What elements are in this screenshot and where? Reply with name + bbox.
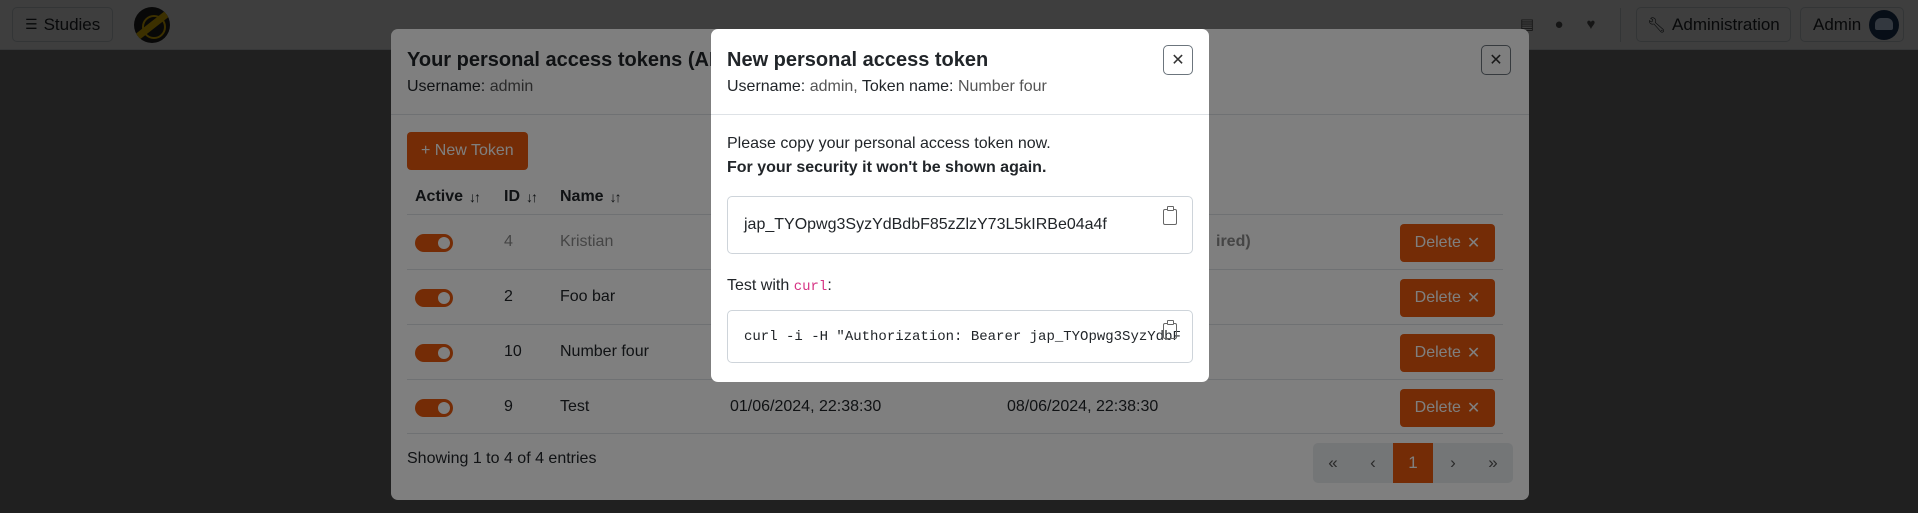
close-icon: ✕ (1171, 52, 1185, 69)
username-label: Username: (727, 78, 806, 95)
token-value: jap_TYOpwg3SyzYdBdbF85zZlzY73L5kIRBe04a4… (744, 216, 1107, 233)
username-value: admin, (809, 78, 858, 95)
new-token-modal-subtitle: Username: admin, Token name: Number four (727, 78, 1193, 96)
new-token-modal-close-button[interactable]: ✕ (1163, 45, 1193, 75)
test-with-curl-label: Test with curl: (727, 277, 832, 295)
token-field[interactable]: jap_TYOpwg3SyzYdBdbF85zZlzY73L5kIRBe04a4… (727, 196, 1193, 254)
test-suffix: : (827, 277, 832, 294)
new-token-modal-title: New personal access token (727, 49, 989, 71)
test-prefix: Test with (727, 277, 790, 294)
curl-command: curl -i -H "Authorization: Bearer jap_TY… (744, 328, 1181, 345)
new-token-modal-body: Please copy your personal access token n… (727, 132, 1193, 363)
token-name-value: Number four (957, 78, 1047, 95)
token-name-label: Token name: (861, 78, 954, 95)
curl-code: curl (793, 279, 828, 295)
new-token-modal-header: New personal access token Username: admi… (711, 29, 1209, 115)
new-token-modal: New personal access token Username: admi… (711, 29, 1209, 382)
security-notice: For your security it won't be shown agai… (727, 159, 1047, 176)
curl-command-field[interactable]: curl -i -H "Authorization: Bearer jap_TY… (727, 310, 1193, 363)
clipboard-icon[interactable] (1163, 320, 1177, 339)
copy-notice: Please copy your personal access token n… (727, 135, 1051, 152)
clipboard-icon[interactable] (1163, 206, 1177, 225)
